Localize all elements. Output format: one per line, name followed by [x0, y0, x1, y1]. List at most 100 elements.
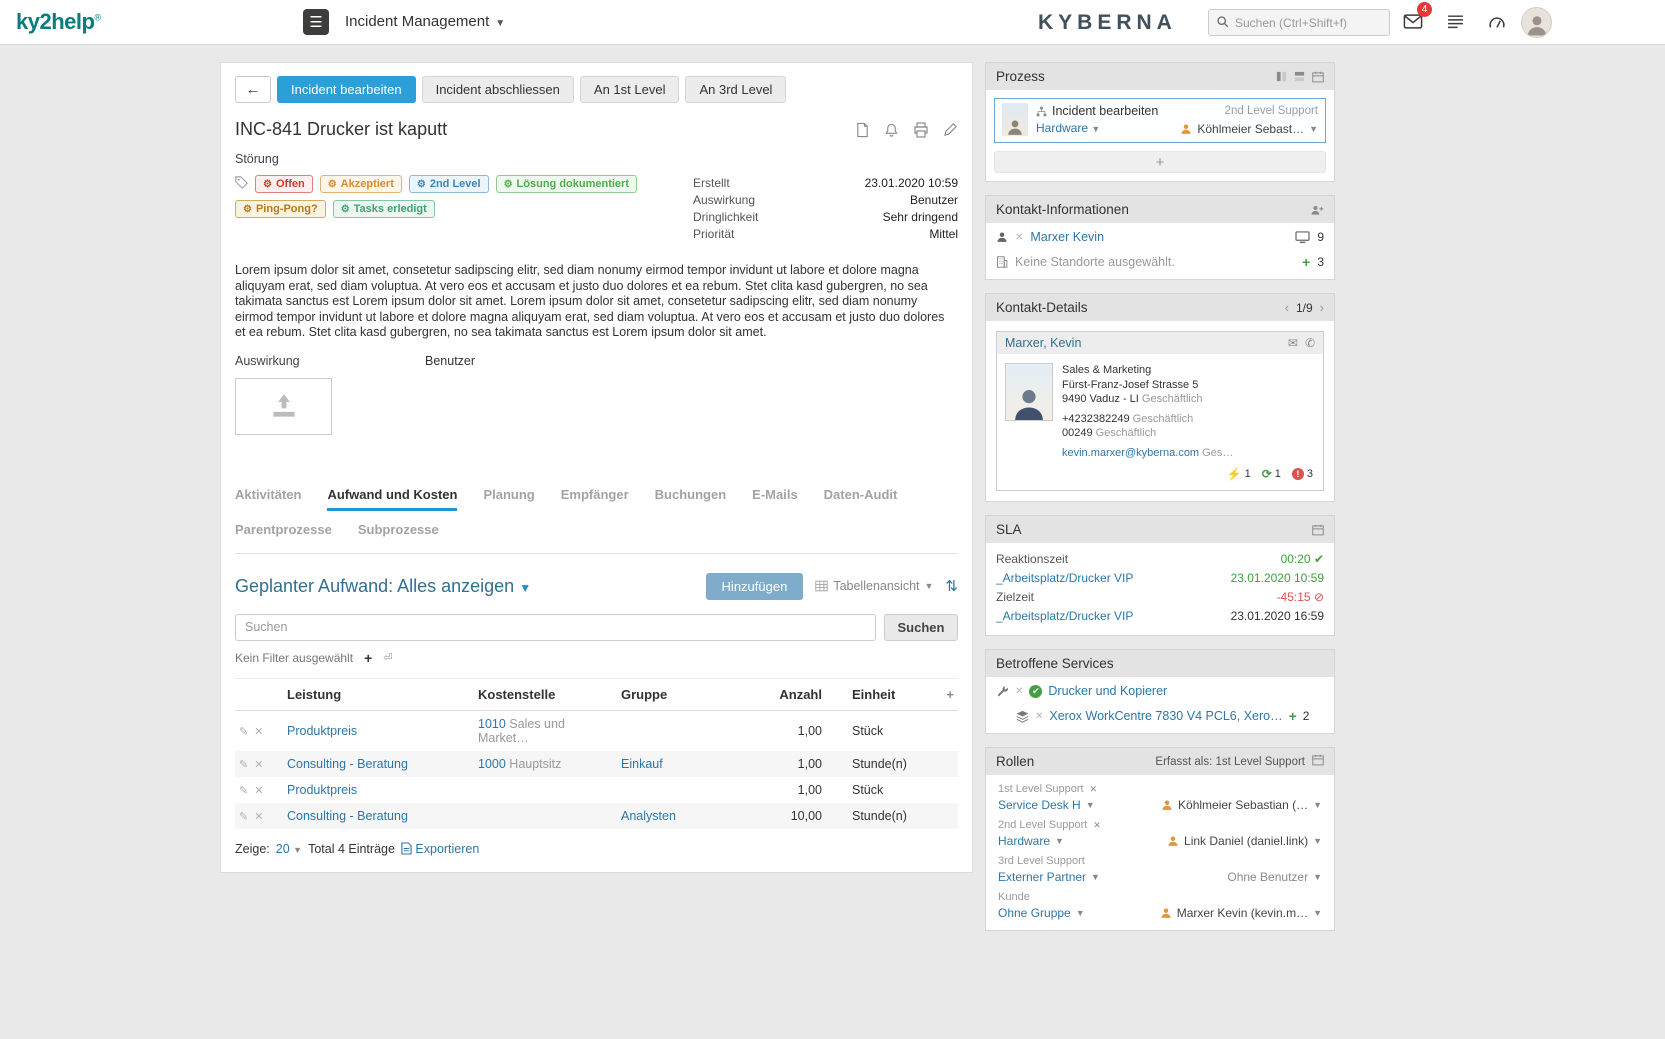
- add-person-icon[interactable]: [1310, 204, 1324, 216]
- column-gruppe[interactable]: Gruppe: [617, 678, 758, 710]
- leistung-link[interactable]: Consulting - Beratung: [287, 809, 408, 823]
- attachment-upload[interactable]: [235, 378, 332, 435]
- action-incident-abschliessen[interactable]: Incident abschliessen: [422, 76, 574, 103]
- tab-aufwand-und-kosten[interactable]: Aufwand und Kosten: [327, 487, 457, 511]
- dashboard-button[interactable]: [1480, 8, 1514, 37]
- row-edit-icon[interactable]: ✎: [239, 811, 248, 823]
- status-badge[interactable]: ⚙2nd Level: [409, 175, 489, 193]
- role-group-dropdown[interactable]: Service Desk H▼: [998, 798, 1095, 812]
- user-avatar[interactable]: [1521, 7, 1552, 38]
- remove-role-icon[interactable]: ✕: [1093, 820, 1101, 831]
- global-search[interactable]: [1208, 9, 1390, 36]
- row-delete-icon[interactable]: ✕: [254, 811, 263, 823]
- phone-icon[interactable]: ✆: [1305, 336, 1315, 350]
- gruppe-link[interactable]: Analysten: [621, 809, 676, 823]
- role-user-dropdown[interactable]: Marxer Kevin (kevin.m… ▼: [1160, 906, 1322, 920]
- action-an-1st-level[interactable]: An 1st Level: [580, 76, 680, 103]
- remove-contact-icon[interactable]: ✕: [1015, 232, 1023, 243]
- aufwand-search-input[interactable]: [235, 614, 876, 641]
- edit-icon[interactable]: [943, 122, 958, 137]
- reports-button[interactable]: [1438, 8, 1472, 37]
- role-group-dropdown[interactable]: Hardware▼: [998, 834, 1064, 848]
- status-badge[interactable]: ⚙Ping-Pong?: [235, 200, 326, 218]
- alerts-metric[interactable]: !3: [1292, 468, 1313, 480]
- calendar-icon[interactable]: [1312, 71, 1324, 83]
- apply-filter-icon[interactable]: ⏎: [383, 651, 392, 664]
- view-dropdown[interactable]: Tabellenansicht ▼: [815, 579, 933, 593]
- status-badge[interactable]: ⚙Akzeptiert: [320, 175, 402, 193]
- leistung-link[interactable]: Produktpreis: [287, 724, 357, 738]
- contact-link[interactable]: Marxer Kevin: [1030, 230, 1104, 244]
- back-button[interactable]: ←: [235, 76, 271, 103]
- columns-icon[interactable]: [1276, 71, 1287, 82]
- status-badge[interactable]: ⚙Tasks erledigt: [333, 200, 435, 218]
- tab-buchungen[interactable]: Buchungen: [655, 487, 727, 511]
- contact-email-link[interactable]: kevin.marxer@kyberna.com: [1062, 447, 1199, 459]
- row-edit-icon[interactable]: ✎: [239, 785, 248, 797]
- action-an-3rd-level[interactable]: An 3rd Level: [685, 76, 786, 103]
- step-group-dropdown[interactable]: Hardware: [1036, 121, 1088, 135]
- remove-asset-icon[interactable]: ✕: [1035, 711, 1043, 722]
- role-user-dropdown[interactable]: Köhlmeier Sebastian (… ▼: [1161, 798, 1322, 812]
- tab-emails[interactable]: E-Mails: [752, 487, 798, 511]
- bell-icon[interactable]: [884, 122, 899, 138]
- prev-contact-icon[interactable]: ‹: [1285, 300, 1289, 315]
- open-tickets-metric[interactable]: ⚡1: [1227, 467, 1251, 481]
- next-contact-icon[interactable]: ›: [1320, 300, 1324, 315]
- rows-icon[interactable]: [1294, 71, 1305, 82]
- column-einheit[interactable]: Einheit: [848, 678, 932, 710]
- hamburger-button[interactable]: ☰: [303, 9, 329, 35]
- more-assets-icon[interactable]: +: [1289, 708, 1297, 724]
- aufwand-heading[interactable]: Geplanter Aufwand: Alles anzeigen ▼: [235, 576, 531, 597]
- leistung-link[interactable]: Consulting - Beratung: [287, 757, 408, 771]
- remove-service-icon[interactable]: ✕: [1015, 686, 1023, 697]
- tab-subprozesse[interactable]: Subprozesse: [358, 522, 439, 543]
- role-group-dropdown[interactable]: Externer Partner▼: [998, 870, 1100, 884]
- role-group-dropdown[interactable]: Ohne Gruppe▼: [998, 906, 1085, 920]
- prozess-step-card[interactable]: Incident bearbeiten 2nd Level Support Ha…: [994, 98, 1326, 143]
- kostenstelle-link[interactable]: 1000: [478, 757, 506, 771]
- sort-button[interactable]: ⇅: [945, 577, 958, 595]
- add-standort-icon[interactable]: +: [1302, 254, 1310, 270]
- module-switcher[interactable]: Incident Management▼: [345, 13, 505, 30]
- add-filter-button[interactable]: +: [364, 650, 372, 666]
- export-link[interactable]: Exportieren: [401, 842, 479, 856]
- global-search-input[interactable]: [1235, 16, 1375, 30]
- role-user-dropdown[interactable]: Ohne Benutzer ▼: [1227, 870, 1322, 884]
- hinzufuegen-button[interactable]: Hinzufügen: [706, 573, 804, 600]
- calendar-icon[interactable]: [1312, 754, 1324, 769]
- recurring-metric[interactable]: ⟳1: [1262, 467, 1281, 481]
- role-user-dropdown[interactable]: Link Daniel (daniel.link) ▼: [1167, 834, 1322, 848]
- status-badge[interactable]: ⚙Offen: [255, 175, 313, 193]
- email-icon[interactable]: ✉: [1288, 336, 1298, 350]
- row-delete-icon[interactable]: ✕: [254, 759, 263, 771]
- column-anzahl[interactable]: Anzahl: [758, 678, 826, 710]
- status-badge[interactable]: ⚙Lösung dokumentiert: [496, 175, 637, 193]
- tab-parentprozesse[interactable]: Parentprozesse: [235, 522, 332, 543]
- add-column-button[interactable]: +: [932, 678, 958, 710]
- app-logo[interactable]: ky2help®: [16, 9, 101, 35]
- calendar-icon[interactable]: [1312, 524, 1324, 536]
- remove-role-icon[interactable]: ✕: [1090, 784, 1098, 795]
- row-edit-icon[interactable]: ✎: [239, 726, 248, 738]
- column-leistung[interactable]: Leistung: [283, 678, 474, 710]
- asset-link[interactable]: Xerox WorkCentre 7830 V4 PCL6, Xero…: [1049, 709, 1282, 723]
- row-delete-icon[interactable]: ✕: [254, 785, 263, 797]
- leistung-link[interactable]: Produktpreis: [287, 783, 357, 797]
- add-step-button[interactable]: +: [994, 151, 1326, 173]
- tab-empfaenger[interactable]: Empfänger: [561, 487, 629, 511]
- aufwand-search-button[interactable]: Suchen: [884, 614, 958, 641]
- print-icon[interactable]: [913, 122, 929, 138]
- tab-aktivitaeten[interactable]: Aktivitäten: [235, 487, 301, 511]
- sla-definition-link[interactable]: _Arbeitsplatz/Drucker VIP: [996, 607, 1133, 626]
- column-kostenstelle[interactable]: Kostenstelle: [474, 678, 617, 710]
- gruppe-link[interactable]: Einkauf: [621, 757, 663, 771]
- mail-button[interactable]: 4: [1396, 8, 1430, 37]
- row-delete-icon[interactable]: ✕: [254, 726, 263, 738]
- tab-daten-audit[interactable]: Daten-Audit: [824, 487, 898, 511]
- page-size-dropdown[interactable]: 20 ▼: [276, 842, 302, 856]
- tab-planung[interactable]: Planung: [483, 487, 534, 511]
- sla-definition-link[interactable]: _Arbeitsplatz/Drucker VIP: [996, 569, 1133, 588]
- step-user-dropdown[interactable]: Köhlmeier Sebast… ▼: [1180, 121, 1318, 138]
- action-incident-bearbeiten[interactable]: Incident bearbeiten: [277, 76, 416, 103]
